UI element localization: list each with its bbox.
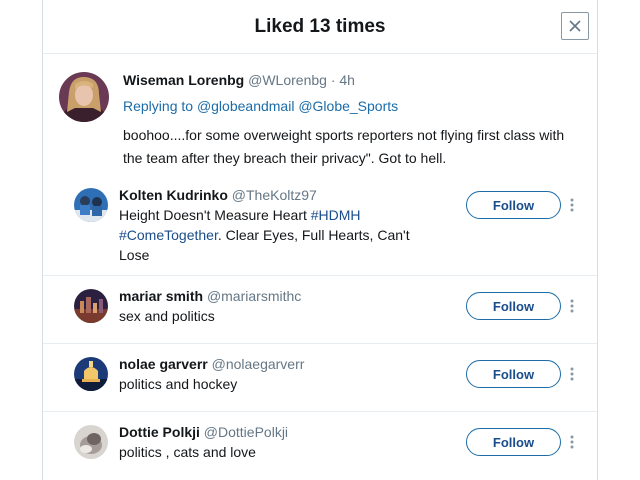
more-options-icon[interactable] [569, 197, 575, 213]
modal-header: Liked 13 times [43, 0, 597, 54]
user-bio: sex and politics [119, 308, 215, 324]
tweet-author-line: Wiseman Lorenbg @WLorenbg · 4h [123, 72, 355, 88]
tweet-author-handle[interactable]: @WLorenbg [248, 72, 327, 88]
follow-button[interactable]: Follow [466, 360, 561, 388]
user-name-line: mariar smith @mariarsmithc [119, 288, 301, 304]
more-options-icon[interactable] [569, 298, 575, 314]
replying-to-label: Replying to [123, 98, 194, 114]
follow-button[interactable]: Follow [466, 191, 561, 219]
close-icon [569, 20, 581, 32]
liked-tweet: Wiseman Lorenbg @WLorenbg · 4h Replying … [43, 54, 597, 174]
user-avatar[interactable] [74, 289, 108, 323]
user-row: nolae garverr @nolaegarverr politics and… [43, 344, 597, 412]
tweet-author-avatar[interactable] [59, 72, 109, 122]
user-name[interactable]: Kolten Kudrinko [119, 187, 228, 203]
user-avatar[interactable] [74, 188, 108, 222]
more-options-icon[interactable] [569, 366, 575, 382]
more-options-icon[interactable] [569, 434, 575, 450]
user-bio-text: Height Doesn't Measure Heart [119, 207, 311, 223]
follow-button[interactable]: Follow [466, 292, 561, 320]
user-name-line: nolae garverr @nolaegarverr [119, 356, 304, 372]
user-name[interactable]: Dottie Polkji [119, 424, 200, 440]
user-row: Dottie Polkji @DottiePolkji politics , c… [43, 412, 597, 480]
user-name[interactable]: nolae garverr [119, 356, 208, 372]
hashtag-link[interactable]: #HDMH [311, 207, 361, 223]
user-name-line: Kolten Kudrinko @TheKoltz97 [119, 187, 317, 203]
user-avatar[interactable] [74, 425, 108, 459]
replying-to-link-1[interactable]: @globeandmail [197, 98, 295, 114]
user-bio: politics and hockey [119, 376, 238, 392]
user-bio: Height Doesn't Measure Heart #HDMH #ComeT… [119, 205, 419, 265]
user-row: mariar smith @mariarsmithc sex and polit… [43, 276, 597, 344]
user-row: Kolten Kudrinko @TheKoltz97 Height Doesn… [43, 174, 597, 276]
user-handle[interactable]: @nolaegarverr [212, 356, 305, 372]
replying-to: Replying to @globeandmail @Globe_Sports [123, 98, 398, 114]
modal-title: Liked 13 times [254, 16, 386, 37]
user-name[interactable]: mariar smith [119, 288, 203, 304]
liked-by-modal: Liked 13 times Wiseman Lorenbg @WLorenbg… [42, 0, 598, 480]
user-avatar[interactable] [74, 357, 108, 391]
user-name-line: Dottie Polkji @DottiePolkji [119, 424, 288, 440]
follow-button[interactable]: Follow [466, 428, 561, 456]
user-handle[interactable]: @TheKoltz97 [232, 187, 317, 203]
user-handle[interactable]: @mariarsmithc [207, 288, 301, 304]
hashtag-link[interactable]: #ComeTogether [119, 227, 218, 243]
close-button[interactable] [561, 12, 589, 40]
tweet-text: boohoo....for some overweight sports rep… [123, 127, 565, 166]
replying-to-link-2[interactable]: @Globe_Sports [298, 98, 398, 114]
tweet-time[interactable]: · 4h [331, 72, 355, 88]
user-bio: politics , cats and love [119, 444, 256, 460]
tweet-author-name[interactable]: Wiseman Lorenbg [123, 72, 244, 88]
user-handle[interactable]: @DottiePolkji [204, 424, 288, 440]
